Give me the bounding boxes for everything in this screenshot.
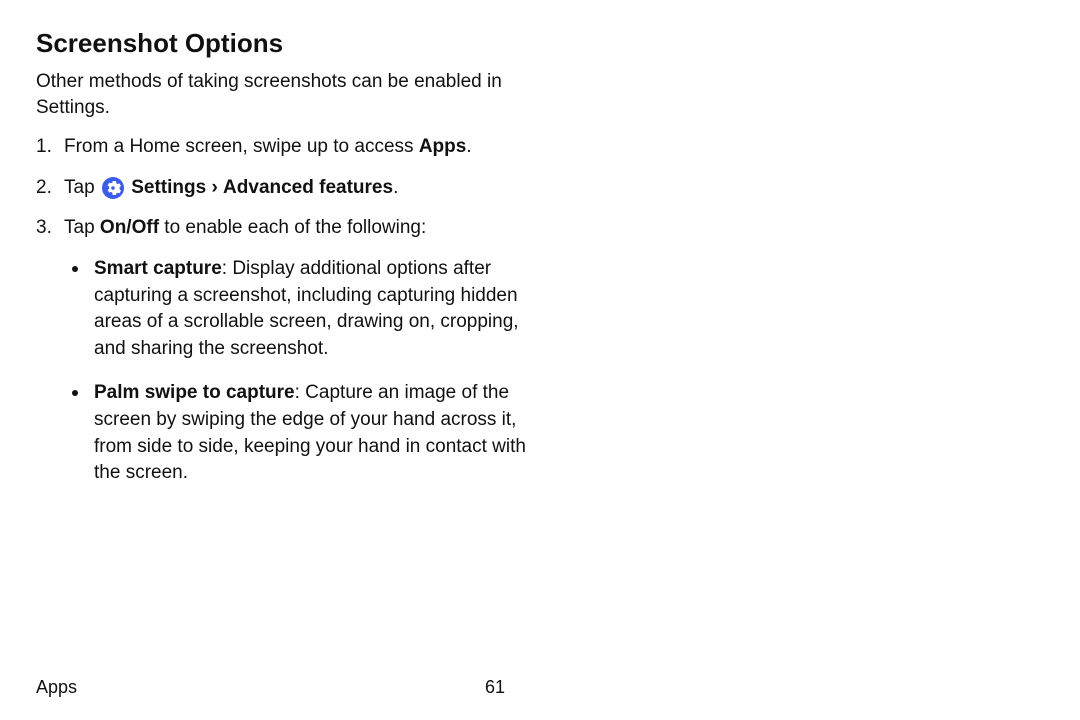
- step-1: From a Home screen, swipe up to access A…: [36, 134, 576, 161]
- step-2-after: Advanced features: [223, 177, 393, 198]
- step-3-post: to enable each of the following:: [159, 217, 426, 238]
- page-heading: Screenshot Options: [36, 28, 1040, 59]
- settings-icon: [102, 177, 124, 199]
- step-2: Tap Settings › Advanced features.: [36, 175, 576, 202]
- options-list: Smart capture: Display additional option…: [64, 256, 576, 487]
- step-3: Tap On/Off to enable each of the followi…: [36, 215, 576, 486]
- manual-page: Screenshot Options Other methods of taki…: [0, 0, 1080, 720]
- step-1-post: .: [466, 136, 471, 157]
- footer-section: Apps: [36, 677, 77, 698]
- option-2-title: Palm swipe to capture: [94, 382, 295, 403]
- step-1-pre: From a Home screen, swipe up to access: [64, 136, 419, 157]
- step-2-settings-label: Settings: [131, 177, 206, 198]
- option-1-title: Smart capture: [94, 258, 222, 279]
- chevron-right-icon: ›: [211, 177, 217, 198]
- option-palm-swipe: Palm swipe to capture: Capture an image …: [64, 380, 544, 486]
- steps-list: From a Home screen, swipe up to access A…: [36, 134, 576, 487]
- step-2-pre: Tap: [64, 177, 100, 198]
- footer-page-number: 61: [485, 677, 505, 698]
- step-3-pre: Tap: [64, 217, 100, 238]
- step-2-post: .: [393, 177, 398, 198]
- intro-text: Other methods of taking screenshots can …: [36, 69, 566, 120]
- page-footer: Apps 61: [36, 677, 1040, 698]
- step-1-bold: Apps: [419, 136, 467, 157]
- option-smart-capture: Smart capture: Display additional option…: [64, 256, 544, 362]
- step-3-bold: On/Off: [100, 217, 159, 238]
